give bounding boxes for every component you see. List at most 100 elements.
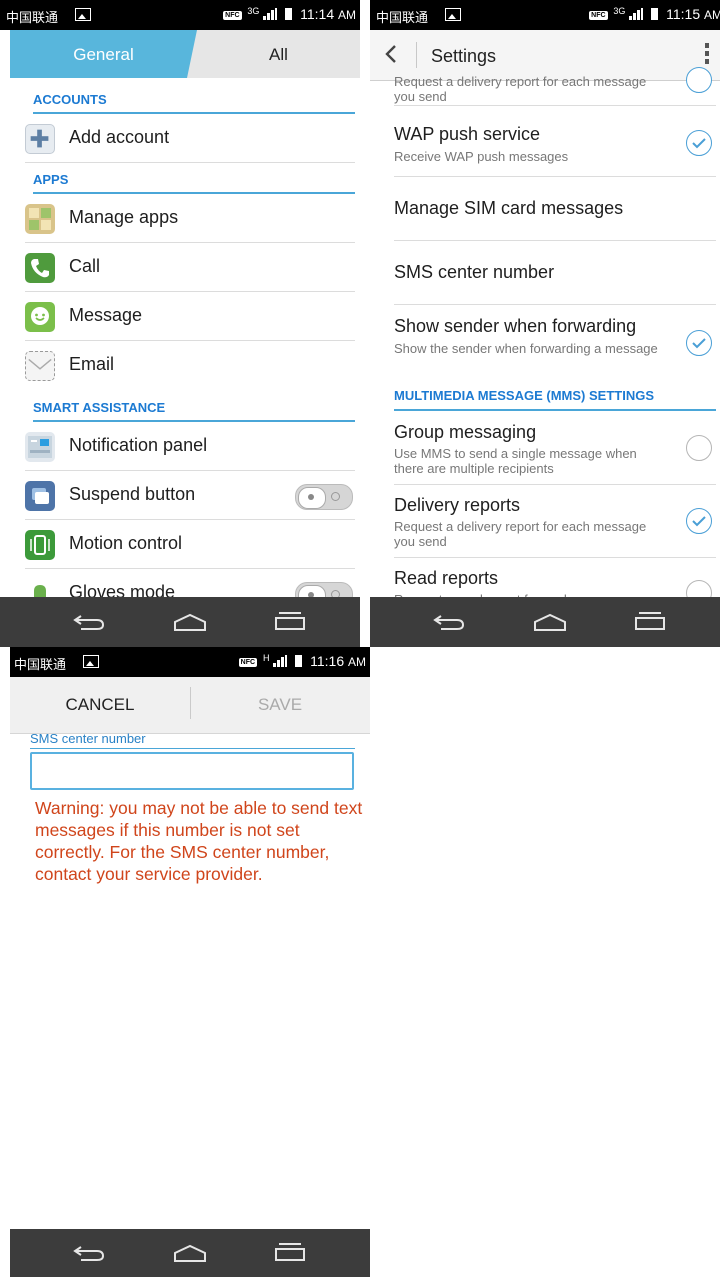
list-item-notification-panel[interactable]: Notification panel — [25, 422, 355, 471]
checkbox[interactable] — [686, 67, 712, 93]
list-item-label: Notification panel — [69, 435, 208, 455]
clock-ampm: AM — [704, 8, 720, 22]
back-icon[interactable] — [73, 614, 105, 630]
list-item-add-account[interactable]: Add account — [25, 114, 355, 163]
nfc-icon: NFC — [223, 11, 242, 20]
clock-time: 11:16 — [310, 653, 345, 669]
list-item-manage-apps[interactable]: Manage apps — [25, 194, 355, 243]
warning-text: Warning: you may not be able to send tex… — [35, 798, 363, 884]
nfc-icon: NFC — [589, 11, 608, 20]
settings-tabs: General All — [10, 30, 360, 78]
settings-general-screen: 中国联通 NFC 3G 11:14 AM General All ACCOUNT… — [0, 0, 360, 647]
carrier-name: 中国联通 — [14, 657, 67, 672]
battery-icon — [295, 655, 303, 667]
back-icon[interactable] — [433, 614, 465, 630]
home-icon[interactable] — [533, 613, 567, 631]
checkbox-checked[interactable] — [686, 130, 712, 156]
tab-general[interactable]: General — [10, 30, 197, 78]
motion-icon — [25, 530, 55, 560]
list-item-sms-center-number[interactable]: SMS center number — [394, 241, 716, 305]
navigation-bar — [0, 597, 360, 647]
divider — [416, 42, 417, 68]
network-type: H — [262, 653, 270, 663]
cancel-button[interactable]: CANCEL — [10, 695, 190, 715]
navigation-bar — [370, 597, 720, 647]
recent-apps-icon[interactable] — [274, 1242, 306, 1262]
overflow-menu-icon[interactable] — [704, 43, 710, 67]
status-bar: 中国联通 NFC 3G 11:14 AM — [0, 0, 360, 30]
list-item-label: Email — [69, 354, 115, 374]
signal-icon — [263, 8, 278, 20]
list-item-motion-control[interactable]: Motion control — [25, 520, 355, 569]
list-item-label: Call — [69, 256, 101, 276]
list-item-show-sender[interactable]: Show sender when forwarding Show the sen… — [394, 305, 716, 377]
back-chevron-icon[interactable] — [384, 44, 398, 64]
tab-all[interactable]: All — [187, 30, 360, 78]
image-notification-icon — [445, 8, 461, 21]
list-item-wap-push[interactable]: WAP push service Receive WAP push messag… — [394, 106, 716, 177]
chat-icon — [25, 302, 55, 332]
page-title: Settings — [431, 46, 497, 66]
status-right: NFC 3G 11:15 AM — [589, 6, 720, 22]
plus-icon — [25, 124, 55, 154]
recent-apps-icon[interactable] — [634, 611, 666, 631]
list-item-label: Add account — [69, 127, 170, 147]
home-icon[interactable] — [173, 1244, 207, 1262]
section-header-mms: MULTIMEDIA MESSAGE (MMS) SETTINGS — [394, 388, 716, 411]
status-right: NFC H 11:16 AM — [238, 653, 366, 669]
dialog-action-bar: CANCEL SAVE — [10, 677, 370, 734]
checkbox-checked[interactable] — [686, 330, 712, 356]
phone-icon — [25, 253, 55, 283]
list-item-title: Group messaging — [394, 422, 537, 442]
network-type: 3G — [613, 6, 626, 16]
image-notification-icon — [75, 8, 91, 21]
signal-icon — [273, 655, 288, 667]
section-header-smart-assistance: SMART ASSISTANCE — [33, 400, 355, 422]
recent-apps-icon[interactable] — [274, 611, 306, 631]
list-item-title: Show sender when forwarding — [394, 316, 637, 336]
checkbox-checked[interactable] — [686, 508, 712, 534]
clock-time: 11:14 — [300, 6, 335, 22]
list-item-email[interactable]: Email — [25, 341, 355, 389]
home-icon[interactable] — [173, 613, 207, 631]
list-item-suspend-button[interactable]: Suspend button — [25, 471, 355, 520]
checkbox-unchecked[interactable] — [686, 435, 712, 461]
list-item-label: Manage apps — [69, 207, 179, 227]
list-item-subtitle: Request a delivery report for each messa… — [394, 519, 647, 549]
list-item-group-messaging[interactable]: Group messaging Use MMS to send a single… — [394, 411, 716, 485]
list-item-delivery-reports-sms[interactable]: Request a delivery report for each messa… — [394, 67, 716, 106]
list-item-subtitle: Receive WAP push messages — [394, 149, 569, 164]
list-item-delivery-reports[interactable]: Delivery reports Request a delivery repo… — [394, 485, 716, 558]
sms-center-number-input[interactable] — [30, 752, 354, 790]
list-item-title: Manage SIM card messages — [394, 198, 624, 218]
section-header-accounts: ACCOUNTS — [33, 92, 355, 114]
check-icon — [692, 516, 706, 527]
grid-icon — [25, 204, 55, 234]
battery-icon — [285, 8, 293, 20]
check-icon — [692, 138, 706, 149]
status-bar: 中国联通 NFC H 11:16 AM — [10, 647, 370, 677]
carrier-name: 中国联通 — [376, 10, 429, 25]
list-item-message[interactable]: Message — [25, 292, 355, 341]
list-item-call[interactable]: Call — [25, 243, 355, 292]
status-bar: 中国联通 NFC 3G 11:15 AM — [370, 0, 720, 30]
suspend-button-toggle[interactable] — [295, 484, 353, 510]
list-item-subtitle: Show the sender when forwarding a messag… — [394, 341, 658, 356]
network-type: 3G — [247, 6, 260, 16]
battery-icon — [651, 8, 659, 20]
sms-center-number-dialog-screen: 中国联通 NFC H 11:16 AM CANCEL SAVE SMS cent… — [10, 647, 370, 1277]
clock-time: 11:15 — [666, 6, 701, 22]
save-button[interactable]: SAVE — [190, 695, 370, 715]
image-notification-icon — [83, 655, 99, 668]
section-header-apps: APPS — [33, 172, 355, 194]
list-item-label: Suspend button — [69, 484, 196, 504]
back-icon[interactable] — [73, 1245, 105, 1261]
list-item-title: Read reports — [394, 568, 499, 588]
list-item-subtitle: Request a delivery report for each messa… — [394, 74, 647, 104]
sms-settings-screen: 中国联通 NFC 3G 11:15 AM Settings Request a … — [370, 0, 720, 647]
list-item-title: WAP push service — [394, 124, 541, 144]
status-right: NFC 3G 11:14 AM — [223, 6, 356, 22]
nfc-icon: NFC — [238, 658, 258, 667]
list-item-manage-sim[interactable]: Manage SIM card messages — [394, 177, 716, 241]
list-item-label: Motion control — [69, 533, 183, 553]
